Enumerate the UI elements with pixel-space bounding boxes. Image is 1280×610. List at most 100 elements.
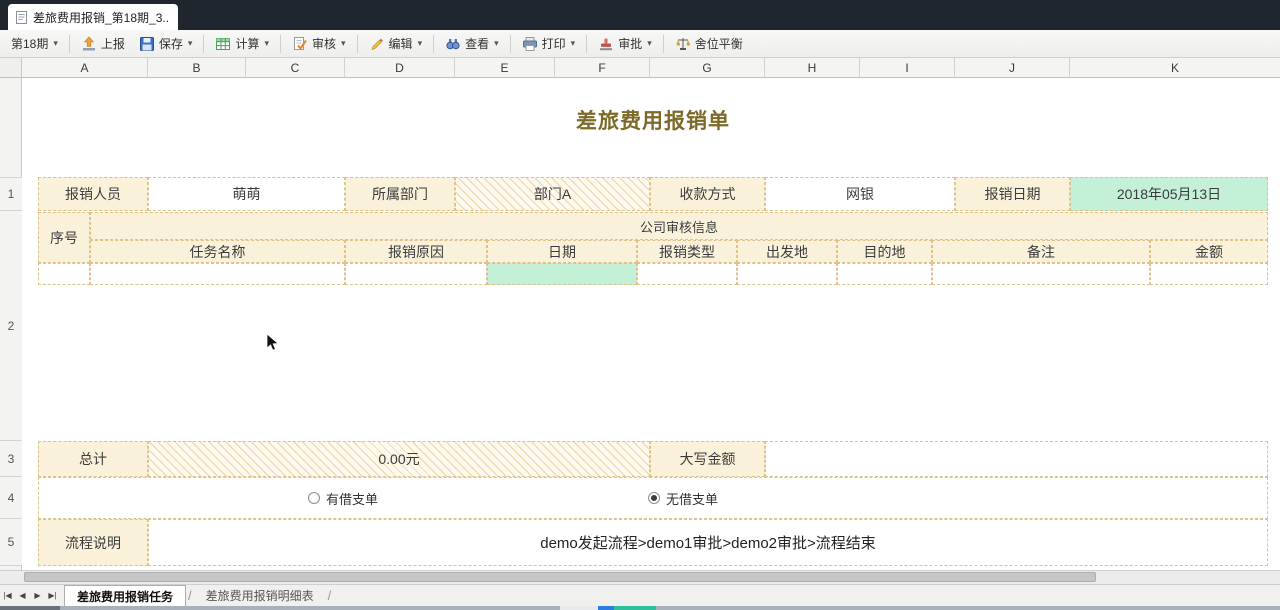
sheet-tabs: 差旅费用报销任务 / 差旅费用报销明细表 / — [64, 585, 333, 606]
row-header-3[interactable]: 3 — [0, 441, 22, 477]
approve-icon — [598, 36, 614, 52]
document-tab-label: 差旅费用报销_第18期_3... — [33, 9, 170, 26]
sheet-tab-bar: |◀ ◀ ▶ ▶| 差旅费用报销任务 / 差旅费用报销明细表 / — [0, 584, 1280, 606]
dropdown-arrow-icon: ▾ — [494, 38, 499, 49]
selected-cell[interactable] — [487, 263, 637, 285]
total-value: 0.00元 — [148, 441, 650, 477]
detail-group-header: 公司审核信息 — [90, 212, 1268, 240]
toolbar-separator — [203, 35, 204, 53]
flow-label: 流程说明 — [38, 519, 148, 566]
toolbar: 第18期 ▾ 上报 保存 ▾ 计算 ▾ — [0, 30, 1280, 58]
calculate-button[interactable]: 计算 ▾ — [208, 32, 276, 55]
detail-cell-destination[interactable] — [837, 263, 932, 285]
app-window: 差旅费用报销_第18期_3... 第18期 ▾ 上报 保存 ▾ — [0, 0, 1280, 610]
submit-button[interactable]: 上报 — [74, 32, 132, 55]
has-loan-radio[interactable] — [308, 492, 320, 504]
audit-icon — [292, 36, 308, 52]
approve-button[interactable]: 审批 ▾ — [591, 32, 659, 55]
balance-icon — [675, 36, 691, 52]
period-button-label: 第18期 — [11, 35, 48, 52]
audit-button-label: 审核 — [312, 35, 336, 52]
next-sheet-button[interactable]: ▶ — [30, 585, 45, 606]
form-title: 差旅费用报销单 — [38, 102, 1268, 138]
toolbar-separator — [280, 35, 281, 53]
rounding-balance-label: 舍位平衡 — [695, 35, 743, 52]
save-button[interactable]: 保存 ▾ — [132, 32, 200, 55]
period-button[interactable]: 第18期 ▾ — [4, 32, 65, 55]
column-header-f[interactable]: F — [555, 58, 650, 78]
submit-icon — [81, 36, 97, 52]
sheet-tab-detail[interactable]: 差旅费用报销明细表 — [194, 585, 326, 606]
column-header-d[interactable]: D — [345, 58, 455, 78]
column-header-b[interactable]: B — [148, 58, 246, 78]
audit-button[interactable]: 审核 ▾ — [285, 32, 353, 55]
column-header-g[interactable]: G — [650, 58, 765, 78]
detail-cell-origin[interactable] — [737, 263, 837, 285]
toolbar-separator — [433, 35, 434, 53]
edit-button-label: 编辑 — [389, 35, 413, 52]
detail-cell-type[interactable] — [637, 263, 737, 285]
document-icon — [16, 11, 27, 24]
column-header-h[interactable]: H — [765, 58, 860, 78]
no-loan-radio-label: 无借支单 — [666, 489, 718, 508]
sheet-tab-divider: / — [186, 588, 194, 603]
row-header-4[interactable]: 4 — [0, 477, 22, 519]
toolbar-separator — [357, 35, 358, 53]
column-header-a[interactable]: A — [22, 58, 148, 78]
document-tab[interactable]: 差旅费用报销_第18期_3... — [8, 4, 178, 30]
dropdown-arrow-icon: ▾ — [418, 38, 423, 49]
dropdown-arrow-icon: ▾ — [264, 38, 269, 49]
last-sheet-button[interactable]: ▶| — [45, 585, 60, 606]
total-label: 总计 — [38, 441, 148, 477]
detail-cell-reason[interactable] — [345, 263, 487, 285]
mouse-cursor — [266, 333, 279, 357]
column-header-i[interactable]: I — [860, 58, 955, 78]
toolbar-separator — [586, 35, 587, 53]
field-label-payment: 收款方式 — [650, 177, 765, 211]
detail-cell-remark[interactable] — [932, 263, 1150, 285]
row-header-2[interactable]: 2 — [0, 211, 22, 441]
calculate-icon — [215, 36, 231, 52]
toolbar-separator — [510, 35, 511, 53]
detail-col-reason: 报销原因 — [345, 240, 487, 263]
first-sheet-button[interactable]: |◀ — [0, 585, 15, 606]
rounding-balance-button[interactable]: 舍位平衡 — [668, 32, 750, 55]
dropdown-arrow-icon: ▾ — [53, 38, 58, 49]
detail-corner-seq: 序号 — [38, 212, 90, 263]
amount-words-label: 大写金额 — [650, 441, 765, 477]
field-value-date[interactable]: 2018年05月13日 — [1070, 177, 1268, 211]
field-value-applicant[interactable]: 萌萌 — [148, 177, 345, 211]
field-value-payment[interactable]: 网银 — [765, 177, 955, 211]
save-button-label: 保存 — [159, 35, 183, 52]
row-header-5[interactable]: 5 — [0, 519, 22, 566]
field-label-date: 报销日期 — [955, 177, 1070, 211]
detail-cell-amount[interactable] — [1150, 263, 1268, 285]
row-header-1[interactable]: 1 — [0, 177, 22, 211]
horizontal-scrollbar-thumb[interactable] — [24, 572, 1096, 582]
column-header-j[interactable]: J — [955, 58, 1070, 78]
submit-button-label: 上报 — [101, 35, 125, 52]
edit-icon — [369, 36, 385, 52]
toolbar-separator — [663, 35, 664, 53]
taskbar-sliver — [0, 606, 1280, 610]
column-header-c[interactable]: C — [246, 58, 345, 78]
no-loan-radio[interactable] — [648, 492, 660, 504]
detail-col-remark: 备注 — [932, 240, 1150, 263]
radio-group-has-loan[interactable]: 有借支单 — [308, 477, 378, 519]
prev-sheet-button[interactable]: ◀ — [15, 585, 30, 606]
dropdown-arrow-icon: ▾ — [571, 38, 576, 49]
detail-col-date: 日期 — [487, 240, 637, 263]
detail-cell-seq[interactable] — [38, 263, 90, 285]
print-icon — [522, 36, 538, 52]
field-label-department: 所属部门 — [345, 177, 455, 211]
sheet-tab-task[interactable]: 差旅费用报销任务 — [64, 585, 186, 607]
has-loan-radio-label: 有借支单 — [326, 489, 378, 508]
detail-cell-task[interactable] — [90, 263, 345, 285]
edit-button[interactable]: 编辑 ▾ — [362, 32, 430, 55]
view-button[interactable]: 查看 ▾ — [438, 32, 506, 55]
column-header-e[interactable]: E — [455, 58, 555, 78]
select-all-corner[interactable] — [0, 58, 22, 78]
radio-group-no-loan[interactable]: 无借支单 — [648, 477, 718, 519]
print-button[interactable]: 打印 ▾ — [515, 32, 583, 55]
column-header-k[interactable]: K — [1070, 58, 1280, 78]
